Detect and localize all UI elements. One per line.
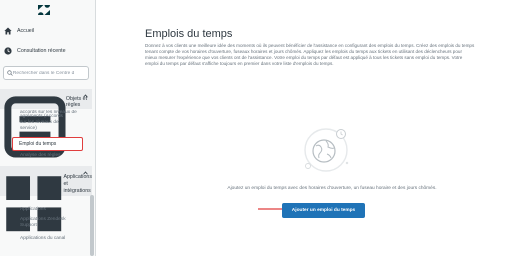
- nav-home[interactable]: Accueil: [0, 27, 92, 35]
- sidebar-item-sla[interactable]: agréments (Accords sur les niveaux de se…: [20, 114, 63, 132]
- sidebar: Accueil Consultation récente Objets et r…: [0, 0, 96, 256]
- nav-recent[interactable]: Consultation récente: [0, 47, 92, 55]
- page-description: Donnez à vos clients une meilleure idée …: [145, 43, 475, 67]
- sidebar-item-applications[interactable]: Applications: [20, 207, 46, 213]
- main-content: Emplois du temps Donnez à vos clients un…: [97, 0, 512, 256]
- globe-clock-illustration-icon: [304, 128, 349, 172]
- sidebar-item-zendesk-support-apps[interactable]: Applications Zendesk Support: [20, 217, 66, 229]
- nav-home-label: Accueil: [17, 28, 35, 34]
- chevron-up-icon[interactable]: [83, 94, 88, 98]
- page-title: Emplois du temps: [145, 28, 233, 40]
- nav-recent-label: Consultation récente: [17, 48, 66, 54]
- empty-state-prompt: Ajoutez un emploi du temps avec des hora…: [227, 186, 437, 191]
- sidebar-item-channel-apps[interactable]: Applications du canal: [20, 236, 65, 242]
- sidebar-search[interactable]: [3, 66, 89, 80]
- section-apps-integrations[interactable]: Applications et intégrations: [0, 166, 92, 232]
- section-objects-label: Objets et règles: [65, 96, 88, 108]
- search-input[interactable]: [12, 70, 88, 76]
- zendesk-logo-icon[interactable]: [38, 5, 50, 15]
- sidebar-scrollbar[interactable]: [90, 195, 94, 256]
- sidebar-item-schedules[interactable]: Emploi du temps: [12, 137, 83, 151]
- home-icon: [4, 27, 12, 35]
- sidebar-item-rules-analysis[interactable]: Analyse des règles: [20, 153, 61, 159]
- clock-icon: [4, 47, 12, 55]
- section-apps-label: Applications et intégrations: [63, 174, 92, 194]
- add-schedule-button[interactable]: Ajouter un emploi du temps: [282, 203, 365, 218]
- section-objects-rules[interactable]: Objets et règles: [0, 89, 92, 158]
- chevron-up-icon[interactable]: [83, 171, 88, 175]
